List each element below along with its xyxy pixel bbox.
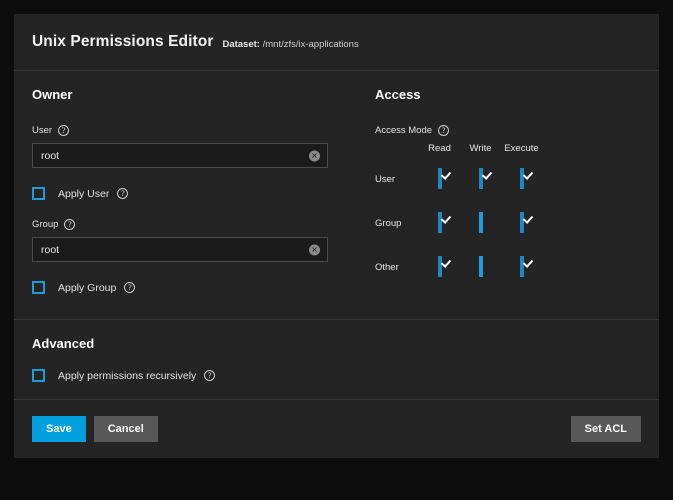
column-header-read: Read: [428, 143, 451, 154]
group-field-label: Group ?: [32, 219, 354, 230]
checkbox-other-execute[interactable]: [519, 256, 524, 277]
cancel-button[interactable]: Cancel: [93, 416, 158, 442]
access-mode-label-text: Access Mode: [375, 125, 433, 136]
access-section: Access Access Mode ? Read Write Execute: [354, 87, 641, 319]
group-label-text: Group: [32, 219, 59, 230]
cell-other-write[interactable]: [460, 256, 501, 302]
dataset-path: /mnt/zfs/ix-applications: [262, 38, 359, 50]
apply-user-checkbox[interactable]: [32, 187, 45, 200]
group-input-value: root: [41, 243, 60, 256]
checkbox-group-write[interactable]: [478, 212, 483, 233]
clear-icon[interactable]: ✕: [309, 244, 320, 255]
apply-group-label: Apply Group: [58, 281, 117, 294]
owner-section: Owner User ? root ✕ Apply User ? Group ?…: [32, 87, 354, 319]
cell-other-execute[interactable]: [501, 256, 542, 302]
form-columns: Owner User ? root ✕ Apply User ? Group ?…: [14, 71, 659, 320]
checkbox-other-read[interactable]: [437, 256, 442, 277]
access-mode-label: Access Mode ?: [375, 125, 641, 136]
page-title: Unix Permissions Editor: [32, 33, 214, 50]
user-input[interactable]: root ✕: [32, 143, 328, 168]
cell-user-write[interactable]: [460, 168, 501, 214]
card-header: Unix Permissions Editor Dataset: /mnt/zf…: [14, 14, 659, 71]
checkbox-group-execute[interactable]: [519, 212, 524, 233]
apply-group-row[interactable]: Apply Group ?: [32, 281, 354, 294]
cell-group-read[interactable]: [419, 212, 460, 258]
apply-user-row[interactable]: Apply User ?: [32, 187, 354, 200]
user-label-text: User: [32, 125, 53, 136]
permissions-table: Read Write Execute User Group Other: [375, 143, 542, 302]
row-label-user: User: [375, 173, 396, 185]
clear-icon[interactable]: ✕: [309, 150, 320, 161]
apply-recursively-label: Apply permissions recursively: [58, 369, 197, 382]
unix-permissions-editor-card: Unix Permissions Editor Dataset: /mnt/zf…: [14, 14, 659, 458]
column-header-execute: Execute: [504, 143, 539, 154]
table-row: User: [375, 168, 542, 214]
help-icon[interactable]: ?: [58, 125, 70, 136]
advanced-section: Advanced Apply permissions recursively ?: [14, 320, 659, 400]
matrix-body: User Group Other: [375, 168, 542, 302]
table-row: Group: [375, 212, 542, 258]
group-input[interactable]: root ✕: [32, 237, 328, 262]
user-input-value: root: [41, 149, 60, 162]
apply-recursively-row[interactable]: Apply permissions recursively ?: [32, 369, 641, 382]
apply-recursively-checkbox[interactable]: [32, 369, 45, 382]
cell-other-read[interactable]: [419, 256, 460, 302]
checkbox-other-write[interactable]: [478, 256, 483, 277]
checkbox-group-read[interactable]: [437, 212, 442, 233]
row-label-other: Other: [375, 261, 399, 273]
user-field-label: User ?: [32, 125, 354, 136]
help-icon[interactable]: ?: [438, 125, 450, 136]
access-section-title: Access: [375, 87, 421, 102]
table-row: Other: [375, 256, 542, 302]
footer-actions: Save Cancel Set ACL: [14, 400, 659, 458]
checkbox-user-read[interactable]: [437, 168, 442, 189]
help-icon[interactable]: ?: [124, 282, 136, 293]
matrix-corner: [375, 143, 419, 170]
apply-user-label: Apply User: [58, 187, 110, 200]
dataset-info: Dataset: /mnt/zfs/ix-applications: [222, 39, 358, 50]
set-acl-button[interactable]: Set ACL: [570, 416, 641, 442]
help-icon[interactable]: ?: [117, 188, 129, 199]
help-icon[interactable]: ?: [64, 219, 76, 230]
dataset-label: Dataset:: [222, 38, 260, 50]
cell-user-execute[interactable]: [501, 168, 542, 214]
checkbox-user-execute[interactable]: [519, 168, 524, 189]
apply-group-checkbox[interactable]: [32, 281, 45, 294]
help-icon[interactable]: ?: [204, 370, 216, 381]
save-button[interactable]: Save: [32, 416, 86, 442]
permissions-matrix: Read Write Execute User Group Other: [375, 143, 641, 302]
owner-section-title: Owner: [32, 87, 73, 102]
column-header-write: Write: [469, 143, 492, 154]
cell-group-write[interactable]: [460, 212, 501, 258]
cell-user-read[interactable]: [419, 168, 460, 214]
row-label-group: Group: [375, 217, 402, 229]
matrix-header-row: Read Write Execute: [375, 143, 542, 170]
cell-group-execute[interactable]: [501, 212, 542, 258]
checkbox-user-write[interactable]: [478, 168, 483, 189]
advanced-section-title: Advanced: [32, 336, 95, 351]
